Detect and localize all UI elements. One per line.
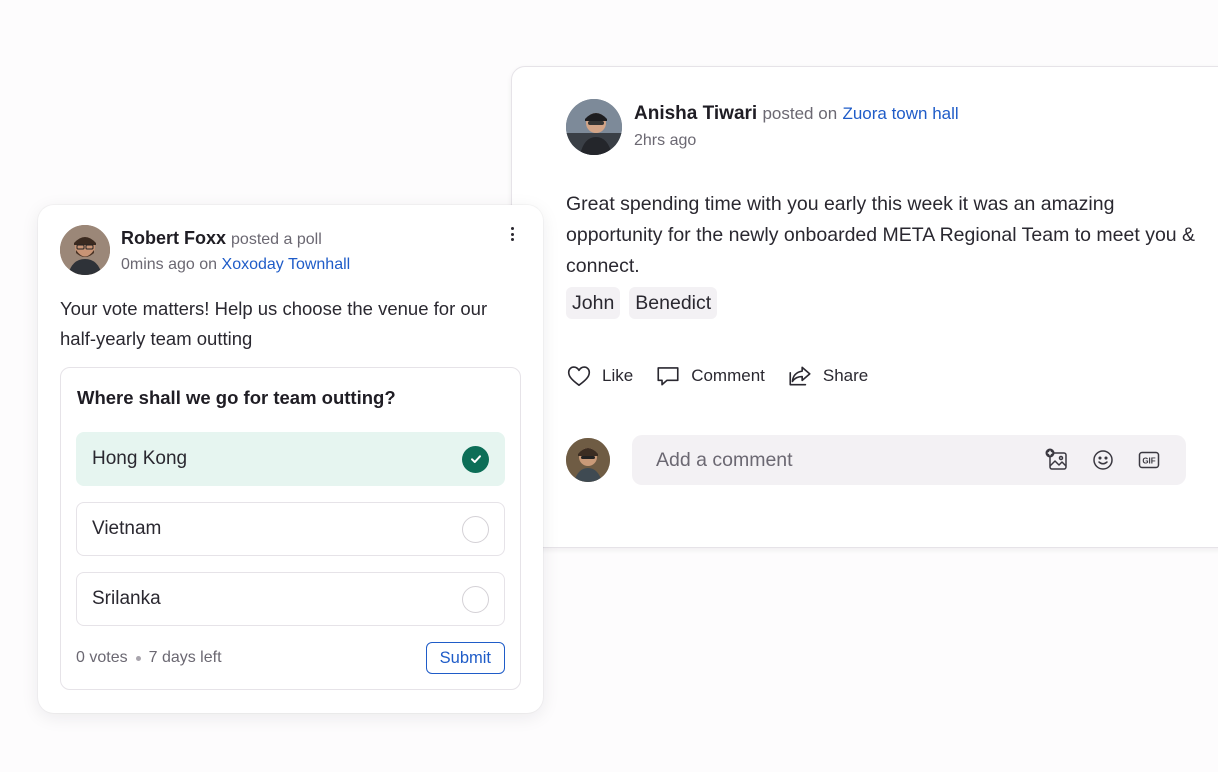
comment-button[interactable]: Comment	[655, 363, 765, 389]
mention-tag[interactable]: John	[566, 287, 621, 319]
gif-icon[interactable]: GIF	[1136, 447, 1162, 473]
share-icon	[789, 366, 811, 386]
post-header: Anisha Tiwari posted on Zuora town hall …	[566, 99, 959, 155]
avatar-image	[566, 438, 610, 482]
mention-tag[interactable]: Benedict	[629, 287, 718, 319]
post-timestamp: 2hrs ago	[634, 132, 697, 149]
post-actions: Like Comment Share	[566, 363, 868, 389]
poll-header: Robert Foxx posted a poll 0mins ago on X…	[60, 225, 350, 275]
comment-tools: GIF	[1044, 447, 1162, 473]
poll-option[interactable]: Vietnam	[76, 502, 505, 556]
author-name[interactable]: Anisha Tiwari	[634, 103, 757, 124]
more-options-icon[interactable]	[507, 227, 517, 241]
avatar[interactable]	[60, 225, 110, 275]
vote-count: 0 votes	[76, 649, 128, 666]
radio-icon	[462, 515, 489, 543]
avatar-image	[566, 99, 622, 155]
separator-dot	[135, 655, 141, 661]
feed-canvas: Anisha Tiwari posted on Zuora town hall …	[0, 0, 1218, 772]
comment-icon	[657, 367, 679, 386]
avatar-image	[60, 225, 110, 275]
poll-option[interactable]: Hong Kong	[76, 432, 505, 486]
group-link[interactable]: Xoxoday Townhall	[222, 256, 351, 273]
like-label: Like	[602, 366, 634, 385]
option-label: Vietnam	[92, 518, 162, 539]
posted-on-text: posted on	[762, 104, 838, 123]
comment-placeholder: Add a comment	[656, 448, 793, 471]
poll-stats: 0 votes 7 days left	[76, 649, 222, 667]
poll-meta: Robert Foxx posted a poll 0mins ago on X…	[121, 227, 350, 275]
group-link[interactable]: Zuora town hall	[842, 104, 958, 123]
option-label: Srilanka	[92, 588, 161, 609]
poll-option[interactable]: Srilanka	[76, 572, 505, 626]
svg-text:GIF: GIF	[1142, 457, 1155, 466]
comment-input[interactable]: Add a comment GIF	[632, 435, 1186, 485]
post-body: Great spending time with you early this …	[566, 193, 1196, 277]
poll-footer: 0 votes 7 days left Submit	[76, 642, 505, 674]
author-line: Robert Foxx posted a poll	[121, 227, 350, 251]
post-meta: Anisha Tiwari posted on Zuora town hall …	[634, 102, 959, 150]
comment-label: Comment	[691, 366, 765, 385]
submit-button[interactable]: Submit	[425, 642, 505, 674]
current-user-avatar	[566, 438, 610, 482]
poll-timestamp: 0mins ago on Xoxoday Townhall	[121, 256, 350, 274]
author-name[interactable]: Robert Foxx	[121, 228, 226, 248]
emoji-icon[interactable]	[1090, 447, 1116, 473]
add-image-icon[interactable]	[1044, 447, 1070, 473]
poll-box: Where shall we go for team outting? Hong…	[60, 367, 521, 690]
radio-icon	[462, 585, 489, 613]
poll-question: Where shall we go for team outting?	[77, 387, 396, 408]
on-text: on	[199, 256, 218, 273]
share-label: Share	[822, 366, 869, 385]
comment-row: Add a comment GIF	[566, 435, 1186, 485]
check-icon	[462, 445, 489, 473]
mention-tags: John Benedict	[566, 287, 718, 319]
author-line: Anisha Tiwari posted on Zuora town hall	[634, 102, 959, 126]
days-left: 7 days left	[148, 649, 222, 666]
option-label: Hong Kong	[92, 448, 188, 469]
posted-poll-text: posted a poll	[231, 231, 322, 248]
poll-time: 0mins ago	[121, 256, 195, 273]
heart-icon	[567, 366, 591, 387]
poll-description: Your vote matters! Help us choose the ve…	[60, 298, 488, 349]
like-button[interactable]: Like	[566, 363, 633, 389]
avatar[interactable]	[566, 99, 622, 155]
share-button[interactable]: Share	[787, 363, 868, 389]
poll-card: Robert Foxx posted a poll 0mins ago on X…	[38, 205, 543, 713]
post-card: Anisha Tiwari posted on Zuora town hall …	[511, 66, 1218, 548]
